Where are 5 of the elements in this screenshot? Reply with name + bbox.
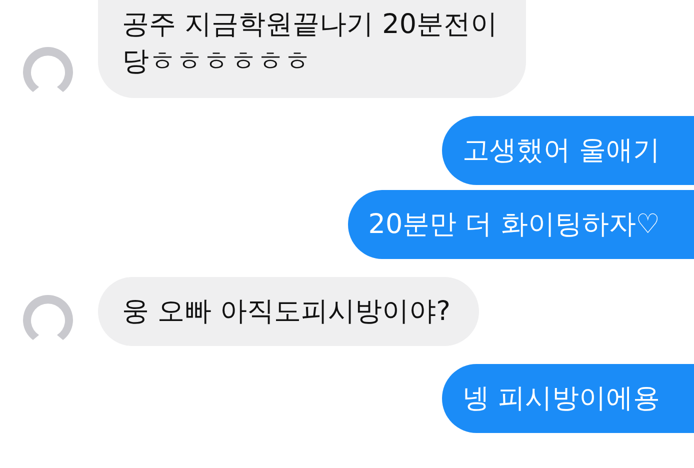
message-bubble: 넹 피시방이에용 bbox=[442, 364, 694, 433]
message-bubble: 고생했어 울애기 bbox=[442, 116, 694, 185]
message-bubble: 20분만 더 화이팅하자♡ bbox=[348, 190, 694, 259]
message-bubble: 공주 지금학원끝나기 20분전이 당ㅎㅎㅎㅎㅎㅎ bbox=[98, 0, 526, 98]
message-bubble: 웅 오빠 아직도피시방이야? bbox=[98, 277, 478, 346]
